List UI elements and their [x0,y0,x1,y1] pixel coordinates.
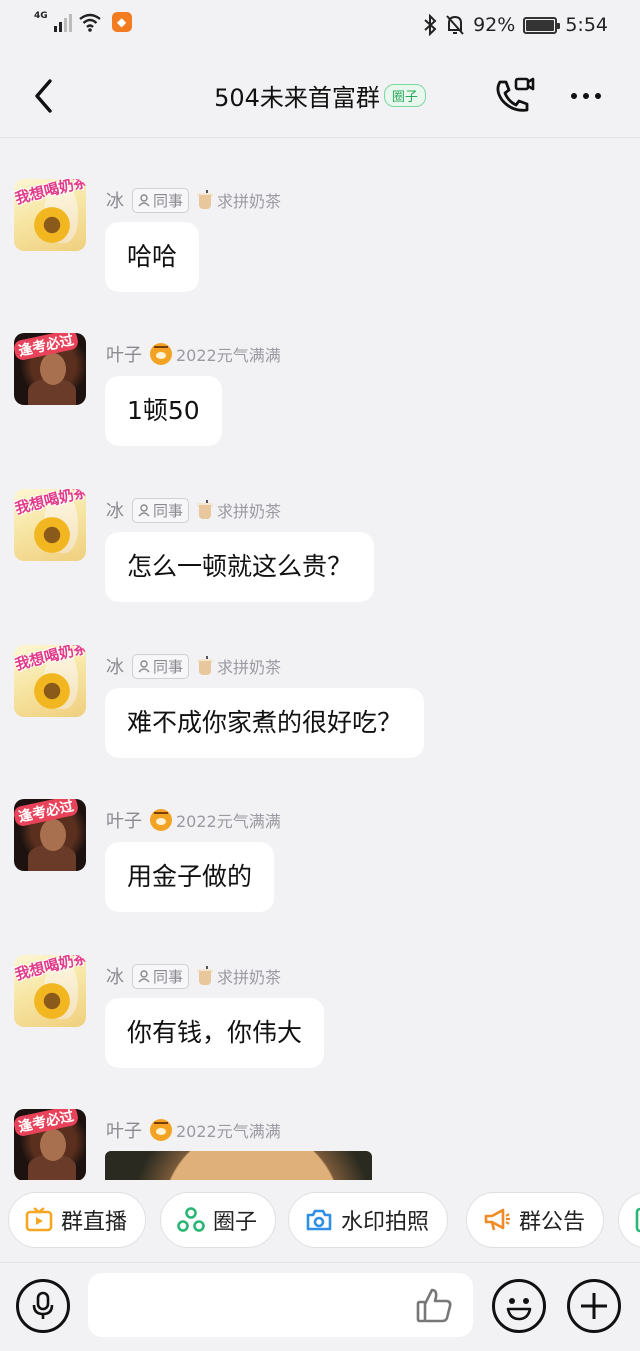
status-tag: 2022元气满满 [150,808,281,832]
emoji-icon [506,1298,532,1321]
sender-row: 叶子 2022元气满满 [106,1117,281,1143]
thumbs-up-icon [416,1288,452,1323]
message-bubble[interactable]: 哈哈 [105,222,200,292]
person-icon [138,503,150,516]
quick-action-watermark-camera[interactable]: 水印拍照 [288,1192,449,1248]
quick-action-bar[interactable]: 群直播 圈子 水印拍照 群公告 [0,1180,640,1262]
sender-name[interactable]: 叶子 [106,341,142,367]
chat-header: 504未来首富群 圈子 [0,56,640,138]
document-icon [635,1207,640,1233]
status-bar: 4G ◆ 92% 5:54 [0,0,640,56]
more-dots-icon [571,93,577,99]
person-icon [138,659,150,672]
circle-group-icon [177,1207,205,1232]
sender-name[interactable]: 叶子 [106,1117,142,1143]
avatar[interactable]: 我想喝奶茶 [14,955,86,1027]
page-title: 504未来首富群 [214,84,380,112]
wifi-icon [78,13,101,32]
plus-button[interactable] [567,1279,621,1333]
image-message[interactable] [105,1151,372,1180]
avatar[interactable]: 我想喝奶茶 [14,179,86,251]
quick-action-live[interactable]: 群直播 [8,1192,147,1248]
milk-tea-icon [197,656,214,676]
message-bubble[interactable]: 怎么一顿就这么贵？ [105,532,375,602]
avatar[interactable]: 逢考必过 [14,1109,86,1180]
role-badge: 同事 [132,653,190,679]
sender-name[interactable]: 冰 [106,497,124,523]
sender-row: 叶子 2022元气满满 [106,807,281,833]
voice-button[interactable] [16,1279,70,1333]
input-bar [0,1262,640,1351]
plus-icon [581,1293,607,1319]
status-left: 4G ◆ [34,11,132,32]
message-bubble[interactable]: 1顿50 [105,376,222,446]
role-badge: 同事 [132,497,190,523]
megaphone-icon [484,1208,510,1231]
quick-action-label: 水印拍照 [341,1210,430,1235]
sender-name[interactable]: 冰 [106,187,124,213]
battery-icon [523,16,561,34]
quick-action-label: 群直播 [61,1210,128,1235]
video-call-button[interactable] [492,76,536,116]
quick-action-label: 群公告 [519,1210,586,1235]
tiger-icon [150,1119,172,1141]
circle-tag-badge[interactable]: 圈子 [383,84,426,107]
battery-percent: 92% [473,14,516,36]
video-call-icon [496,77,535,112]
sender-row: 冰 同事 求拼奶茶 [106,497,281,523]
status-tag: 求拼奶茶 [197,964,281,988]
role-badge: 同事 [132,187,190,213]
quick-action-circle[interactable]: 圈子 [160,1192,277,1248]
clock: 5:54 [565,14,608,36]
milk-tea-icon [197,500,214,520]
emoji-button[interactable] [492,1279,546,1333]
sender-name[interactable]: 冰 [106,963,124,989]
avatar[interactable]: 逢考必过 [14,799,86,871]
role-badge: 同事 [132,963,190,989]
sender-row: 冰 同事 求拼奶茶 [106,187,281,213]
status-tag: 求拼奶茶 [197,498,281,522]
sender-row: 冰 同事 求拼奶茶 [106,963,281,989]
quick-action-announcement[interactable]: 群公告 [466,1192,605,1248]
signal-icon [53,12,72,32]
message-bubble[interactable]: 难不成你家煮的很好吃？ [105,688,425,758]
tv-icon [25,1207,53,1232]
network-type: 4G [34,11,48,21]
person-icon [138,193,150,206]
status-tag: 2022元气满满 [150,1118,281,1142]
bluetooth-icon [424,14,437,36]
person-icon [138,969,150,982]
message-bubble[interactable]: 用金子做的 [105,842,275,912]
status-right: 92% 5:54 [423,14,608,36]
message-list[interactable]: 我想喝奶茶 冰 同事 求拼奶茶 哈哈 逢考必过 叶子 2022元气满满 1顿50… [0,139,640,1180]
sender-row: 冰 同事 求拼奶茶 [106,653,281,679]
camera-icon [306,1209,332,1231]
milk-tea-icon [197,966,214,986]
like-button[interactable] [414,1285,456,1325]
more-button[interactable] [562,82,610,110]
sender-name[interactable]: 叶子 [106,807,142,833]
milk-tea-icon [197,190,214,210]
microphone-icon [32,1291,54,1319]
status-tag: 2022元气满满 [150,342,281,366]
avatar[interactable]: 我想喝奶茶 [14,645,86,717]
sender-row: 叶子 2022元气满满 [106,341,281,367]
bell-muted-icon [446,15,464,35]
tiger-icon [150,809,172,831]
sender-name[interactable]: 冰 [106,653,124,679]
avatar[interactable]: 我想喝奶茶 [14,489,86,561]
status-tag: 求拼奶茶 [197,654,281,678]
status-tag: 求拼奶茶 [197,188,281,212]
message-bubble[interactable]: 你有钱，你伟大 [105,998,325,1068]
avatar[interactable]: 逢考必过 [14,333,86,405]
app-notification-icon: ◆ [111,12,132,32]
title-group: 504未来首富群 圈子 [0,78,640,113]
tiger-icon [150,343,172,365]
quick-action-more[interactable] [618,1192,640,1248]
quick-action-label: 圈子 [213,1210,258,1235]
